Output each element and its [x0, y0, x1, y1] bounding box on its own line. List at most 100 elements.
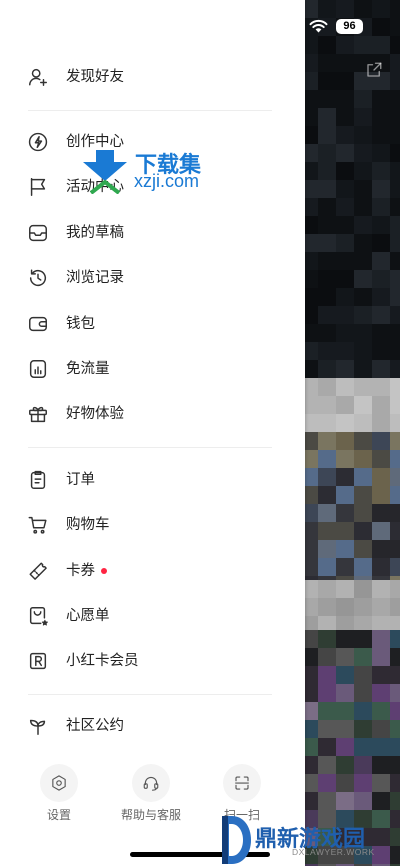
blurred-feed-tile	[390, 580, 400, 598]
blurred-feed-tile	[372, 18, 390, 36]
blurred-feed-tile	[354, 540, 372, 558]
blurred-feed-tile	[354, 504, 372, 522]
blurred-feed-tile	[390, 630, 400, 648]
blurred-feed-tile	[318, 162, 336, 180]
blurred-feed-tile	[372, 616, 390, 630]
battery-indicator: 96	[336, 19, 363, 34]
cart-icon	[28, 516, 47, 534]
menu-item-activity-center[interactable]: 活动中心	[0, 167, 300, 207]
blurred-feed-tile	[390, 144, 400, 162]
blurred-feed-tile	[318, 0, 336, 18]
help-and-support-button[interactable]: 帮助与客服	[111, 764, 191, 824]
blurred-feed-tile	[372, 0, 390, 18]
menu-item-label: 免流量	[66, 361, 110, 377]
blurred-feed-tile	[336, 108, 354, 126]
scan-circle[interactable]	[223, 764, 261, 802]
blurred-feed-tile	[318, 378, 336, 396]
blurred-feed-tile	[390, 522, 400, 540]
blurred-feed-tile	[318, 540, 336, 558]
blurred-feed-tile	[318, 72, 336, 90]
blurred-feed-tile	[372, 396, 390, 414]
blurred-feed-tile	[390, 828, 400, 846]
menu-item-orders[interactable]: 订单	[0, 460, 300, 500]
settings-label: 设置	[46, 808, 71, 822]
blurred-feed-tile	[336, 378, 354, 396]
menu-item-wishlist[interactable]: 心愿单	[0, 596, 300, 636]
blurred-feed-tile	[336, 558, 354, 576]
menu-item-drafts[interactable]: 我的草稿	[0, 213, 300, 253]
home-indicator[interactable]	[130, 852, 270, 857]
blurred-feed-tile	[372, 450, 390, 468]
blurred-feed-tile	[336, 72, 354, 90]
blurred-feed-tile	[318, 324, 336, 342]
blurred-feed-tile	[336, 540, 354, 558]
blurred-feed-tile	[372, 144, 390, 162]
blurred-feed-tile	[318, 450, 336, 468]
blurred-feed-tile	[372, 252, 390, 270]
menu-item-coupons[interactable]: 卡券	[0, 551, 300, 591]
blurred-feed-tile	[318, 252, 336, 270]
blurred-feed-tile	[336, 234, 354, 252]
help-circle[interactable]	[132, 764, 170, 802]
menu-item-label: 我的草稿	[66, 225, 124, 241]
menu-item-community-guidelines[interactable]: 社区公约	[0, 706, 300, 746]
blurred-feed-tile	[318, 756, 336, 774]
blurred-feed-tile	[336, 828, 354, 846]
menu-item-history[interactable]: 浏览记录	[0, 258, 300, 298]
blurred-feed-tile	[354, 126, 372, 144]
menu-item-wallet[interactable]: 钱包	[0, 304, 300, 344]
blurred-feed-tile	[318, 306, 336, 324]
side-drawer: 发现好友 创作中心 活动中心 我的草稿 浏览记录 钱包 免流量 好物体验 订单 …	[0, 0, 305, 866]
blurred-feed-tile	[336, 162, 354, 180]
blurred-feed-tile	[372, 558, 390, 576]
external-link-icon[interactable]	[365, 61, 383, 79]
menu-item-find-friends[interactable]: 发现好友	[0, 57, 300, 97]
settings-circle[interactable]	[40, 764, 78, 802]
blurred-feed-tile	[390, 648, 400, 666]
menu-item-label: 好物体验	[66, 406, 124, 422]
blurred-feed-tile	[354, 270, 372, 288]
blurred-feed-tile	[318, 792, 336, 810]
blurred-feed-tile	[318, 774, 336, 792]
blurred-feed-tile	[354, 522, 372, 540]
settings-button[interactable]: 设置	[19, 764, 99, 824]
blurred-feed-tile	[336, 666, 354, 684]
blurred-feed-tile	[318, 36, 336, 54]
blurred-feed-tile	[354, 342, 372, 360]
scan-button[interactable]: 扫一扫	[202, 764, 282, 824]
ticket-icon	[29, 562, 47, 580]
blurred-feed-tile	[336, 90, 354, 108]
blurred-feed-tile	[318, 288, 336, 306]
menu-item-cart[interactable]: 购物车	[0, 505, 300, 545]
wifi-icon	[309, 19, 328, 33]
blurred-feed-tile	[372, 234, 390, 252]
blurred-feed-tile	[336, 522, 354, 540]
blurred-feed-tile	[372, 792, 390, 810]
blurred-feed-tile	[354, 756, 372, 774]
blurred-feed-tile	[354, 36, 372, 54]
clipboard-icon	[30, 470, 46, 489]
blurred-feed-tile	[354, 396, 372, 414]
blurred-feed-tile	[372, 630, 390, 648]
blurred-feed-tile	[354, 90, 372, 108]
blurred-feed-tile	[390, 36, 400, 54]
blurred-feed-tile	[354, 180, 372, 198]
blurred-feed-tile	[318, 630, 336, 648]
blurred-feed-tile	[372, 198, 390, 216]
blurred-feed-tile	[336, 468, 354, 486]
blurred-feed-tile	[354, 162, 372, 180]
blurred-feed-tile	[336, 216, 354, 234]
sprout-icon	[29, 719, 46, 735]
divider	[28, 694, 272, 695]
blurred-feed-tile	[336, 270, 354, 288]
menu-item-product-trial[interactable]: 好物体验	[0, 394, 300, 434]
menu-item-creator-center[interactable]: 创作中心	[0, 122, 300, 162]
blurred-feed-tile	[390, 846, 400, 864]
blurred-feed-tile	[372, 468, 390, 486]
blurred-feed-tile	[390, 504, 400, 522]
blurred-feed-tile	[318, 522, 336, 540]
blurred-feed-tile	[336, 684, 354, 702]
menu-item-red-card-membership[interactable]: 小红卡会员	[0, 641, 300, 681]
blurred-feed-tile	[390, 432, 400, 450]
menu-item-data-free[interactable]: 免流量	[0, 349, 300, 389]
